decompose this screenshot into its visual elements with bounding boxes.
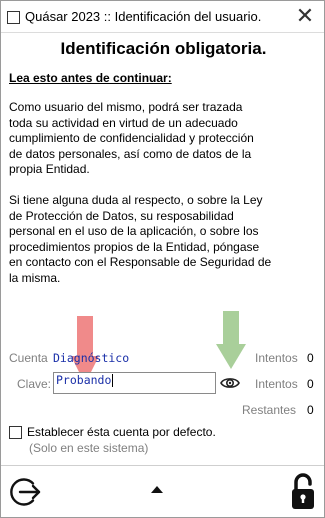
caret-up-icon[interactable] [149, 482, 165, 498]
page-heading: Identificación obligatoria. [60, 39, 267, 58]
window-icon [7, 11, 20, 24]
password-label: Clave: [17, 377, 52, 391]
remaining-label: Restantes [242, 403, 297, 417]
login-window: Quásar 2023 :: Identificación del usuari… [0, 0, 325, 518]
text-caret [112, 374, 114, 387]
exit-icon[interactable] [6, 474, 42, 510]
account-field[interactable]: Diagnóstico [53, 348, 213, 368]
eye-icon[interactable] [220, 373, 240, 393]
password-field[interactable]: Probando [53, 372, 216, 394]
attempts-value: 0 [307, 377, 314, 391]
green-arrow-indicator [216, 311, 246, 369]
default-account-checkbox[interactable] [9, 426, 22, 439]
attempts-value: 0 [307, 351, 314, 365]
password-value: Probando [56, 373, 112, 387]
contact-notice-paragraph: Si tiene alguna duda al respecto, o sobr… [9, 193, 272, 285]
attempts-label: Intentos [255, 377, 298, 391]
title-bar: Quásar 2023 :: Identificación del usuari… [1, 1, 324, 33]
account-label: Cuenta [9, 351, 48, 365]
read-notice-label: Lea esto antes de continuar: [9, 71, 172, 85]
default-account-sublabel: (Solo en este sistema) [29, 441, 149, 455]
window-title: Quásar 2023 :: Identificación del usuari… [25, 9, 262, 24]
unlock-icon[interactable] [290, 472, 316, 512]
footer-toolbar [1, 465, 324, 518]
remaining-value: 0 [307, 403, 314, 417]
privacy-notice-paragraph: Como usuario del mismo, podrá ser trazad… [9, 100, 254, 177]
attempts-label: Intentos [255, 351, 298, 365]
default-account-label[interactable]: Establecer ésta cuenta por defecto. [27, 425, 216, 439]
close-button[interactable]: ✕ [294, 3, 316, 29]
